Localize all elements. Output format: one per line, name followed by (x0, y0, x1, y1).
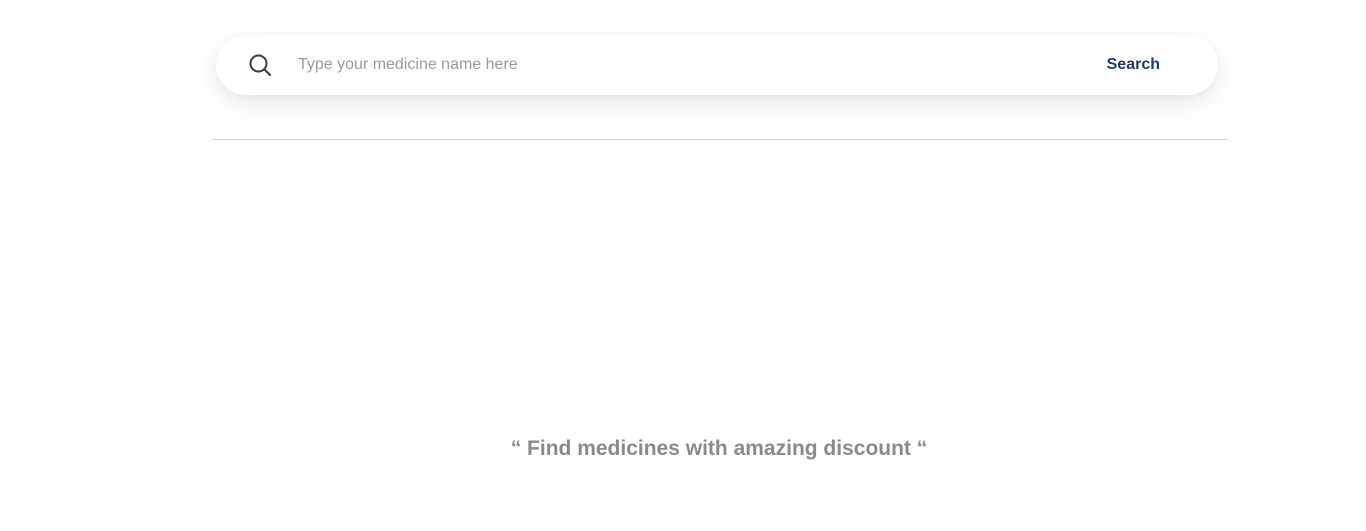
search-input[interactable] (298, 50, 1058, 80)
search-button[interactable]: Search (1107, 50, 1160, 80)
tagline: “ Find medicines with amazing discount “ (510, 437, 928, 460)
page: Search “ Find medicines with amazing dis… (0, 0, 1366, 531)
search-bar: Search (216, 35, 1218, 95)
divider (211, 139, 1228, 140)
search-icon[interactable] (249, 54, 271, 76)
